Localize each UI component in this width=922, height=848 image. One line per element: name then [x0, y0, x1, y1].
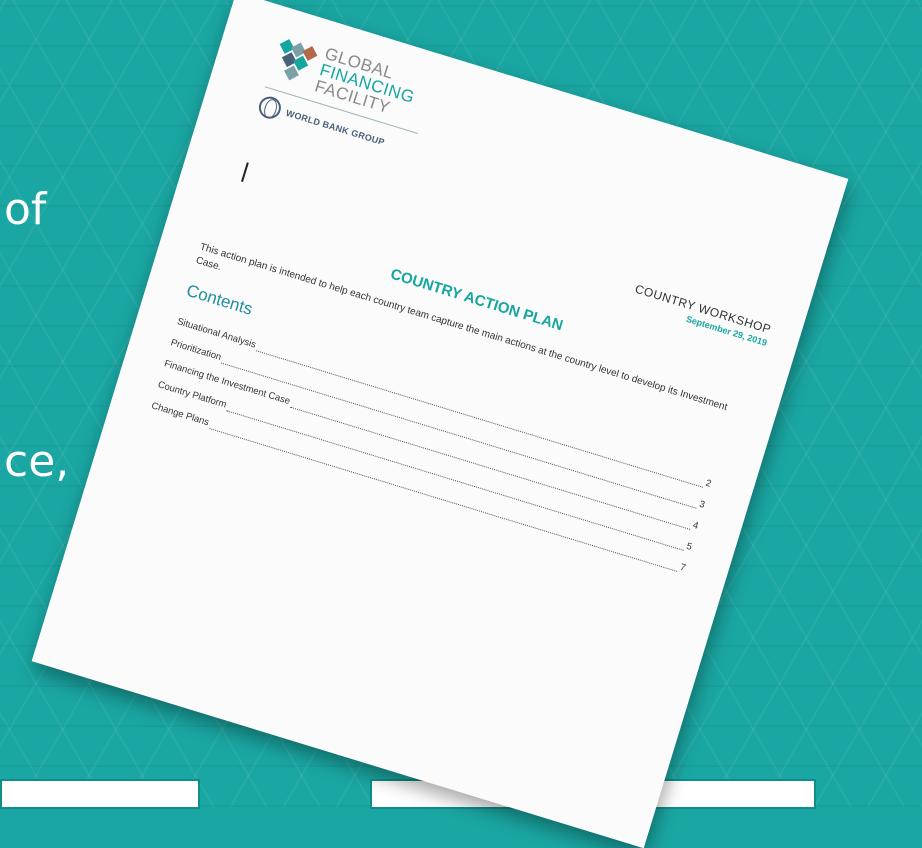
- background-text-ce: ce,: [4, 436, 70, 487]
- gff-logo: GLOBAL FINANCING FACILITY WORLD BANK GRO…: [251, 27, 446, 182]
- gff-logo-mark-icon: [269, 35, 319, 85]
- text-cursor: [241, 162, 249, 182]
- workshop-header: COUNTRY WORKSHOP September 29, 2019: [630, 282, 772, 348]
- bottom-left-box: [0, 779, 200, 809]
- gff-logo-text: GLOBAL FINANCING FACILITY: [313, 44, 422, 122]
- world-bank-group-text: WORLD BANK GROUP: [284, 107, 386, 148]
- contents-heading: Contents: [184, 280, 255, 319]
- globe-icon: [256, 93, 284, 122]
- background-text-of: of: [4, 184, 47, 235]
